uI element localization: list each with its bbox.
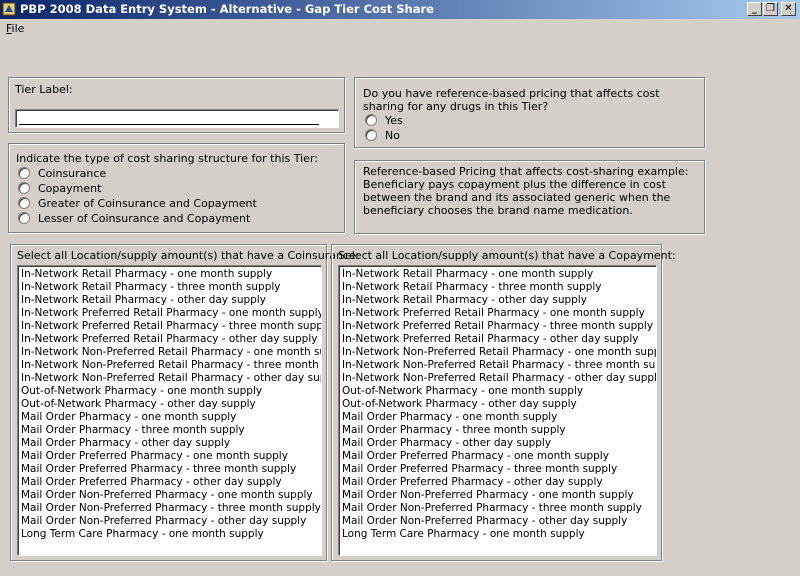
copayment-option[interactable]: Copayment (18, 182, 101, 196)
list-item[interactable]: In-Network Preferred Retail Pharmacy - o… (21, 307, 321, 320)
list-item[interactable]: In-Network Non-Preferred Retail Pharmacy… (342, 346, 656, 359)
list-item[interactable]: Mail Order Pharmacy - one month supply (342, 411, 656, 424)
list-item[interactable]: Mail Order Pharmacy - three month supply (342, 424, 656, 437)
list-item[interactable]: Long Term Care Pharmacy - one month supp… (342, 528, 656, 541)
menu-file[interactable]: File (6, 22, 24, 35)
list-item[interactable]: In-Network Non-Preferred Retail Pharmacy… (21, 346, 321, 359)
list-item[interactable]: Mail Order Pharmacy - other day supply (342, 437, 656, 450)
app-icon (2, 2, 16, 16)
radio-icon[interactable] (18, 197, 30, 209)
coinsurance-label: Coinsurance (38, 167, 107, 180)
tier-label-field-frame (15, 109, 339, 128)
reference-no-option[interactable]: No (365, 129, 400, 143)
coinsurance-list-caption: Select all Location/supply amount(s) tha… (17, 249, 360, 262)
coinsurance-listbox[interactable]: In-Network Retail Pharmacy - one month s… (17, 265, 322, 556)
reference-yes-option[interactable]: Yes (365, 114, 403, 128)
tier-label-caption: Tier Label: (15, 83, 73, 96)
list-item[interactable]: Mail Order Preferred Pharmacy - one mont… (342, 450, 656, 463)
copayment-listbox[interactable]: In-Network Retail Pharmacy - one month s… (338, 265, 657, 556)
restore-button[interactable]: ❐ (763, 2, 778, 16)
title-bar: PBP 2008 Data Entry System - Alternative… (0, 0, 800, 19)
radio-icon[interactable] (18, 182, 30, 194)
list-item[interactable]: In-Network Preferred Retail Pharmacy - t… (21, 320, 321, 333)
coinsurance-list-group: Select all Location/supply amount(s) tha… (10, 244, 359, 561)
list-item[interactable]: Mail Order Non-Preferred Pharmacy - one … (21, 489, 321, 502)
greater-option[interactable]: Greater of Coinsurance and Copayment (18, 197, 257, 211)
cost-sharing-group: Indicate the type of cost sharing struct… (8, 143, 345, 233)
radio-icon[interactable] (365, 129, 377, 141)
list-item[interactable]: In-Network Preferred Retail Pharmacy - t… (342, 320, 656, 333)
greater-label: Greater of Coinsurance and Copayment (38, 197, 257, 210)
copayment-list-group: Select all Location/supply amount(s) tha… (331, 244, 676, 561)
list-item[interactable]: Out-of-Network Pharmacy - one month supp… (21, 385, 321, 398)
list-item[interactable]: In-Network Preferred Retail Pharmacy - o… (342, 333, 656, 346)
list-item[interactable]: Mail Order Non-Preferred Pharmacy - thre… (21, 502, 321, 515)
cost-sharing-caption: Indicate the type of cost sharing struct… (16, 152, 318, 165)
reference-no-label: No (385, 129, 400, 142)
example-text: Reference-based Pricing that affects cos… (363, 165, 689, 217)
list-item[interactable]: In-Network Preferred Retail Pharmacy - o… (21, 333, 321, 346)
list-item[interactable]: Mail Order Preferred Pharmacy - other da… (21, 476, 321, 489)
list-item[interactable]: In-Network Non-Preferred Retail Pharmacy… (21, 372, 321, 385)
list-item[interactable]: Out-of-Network Pharmacy - other day supp… (21, 398, 321, 411)
list-item[interactable]: In-Network Non-Preferred Retail Pharmacy… (342, 372, 656, 385)
list-item[interactable]: In-Network Non-Preferred Retail Pharmacy… (21, 359, 321, 372)
list-item[interactable]: Mail Order Preferred Pharmacy - other da… (342, 476, 656, 489)
list-item[interactable]: In-Network Preferred Retail Pharmacy - o… (342, 307, 656, 320)
list-item[interactable]: In-Network Retail Pharmacy - one month s… (342, 268, 656, 281)
reference-pricing-question: Do you have reference-based pricing that… (363, 87, 660, 113)
list-item[interactable]: Mail Order Pharmacy - other day supply (21, 437, 321, 450)
list-item[interactable]: Long Term Care Pharmacy - one month supp… (21, 528, 321, 541)
list-item[interactable]: Mail Order Pharmacy - one month supply (21, 411, 321, 424)
close-button[interactable]: ✕ (781, 2, 796, 16)
list-item[interactable]: In-Network Retail Pharmacy - three month… (21, 281, 321, 294)
list-item[interactable]: Mail Order Preferred Pharmacy - three mo… (342, 463, 656, 476)
list-item[interactable]: In-Network Non-Preferred Retail Pharmacy… (342, 359, 656, 372)
example-group: Reference-based Pricing that affects cos… (354, 160, 705, 234)
radio-icon[interactable] (365, 114, 377, 126)
menu-bar: File (0, 19, 800, 39)
list-item[interactable]: In-Network Retail Pharmacy - other day s… (21, 294, 321, 307)
minimize-button[interactable]: _ (747, 2, 762, 16)
radio-icon[interactable] (18, 167, 30, 179)
list-item[interactable]: Out-of-Network Pharmacy - one month supp… (342, 385, 656, 398)
radio-icon[interactable] (18, 212, 30, 224)
list-item[interactable]: Mail Order Preferred Pharmacy - three mo… (21, 463, 321, 476)
list-item[interactable]: Mail Order Non-Preferred Pharmacy - othe… (21, 515, 321, 528)
list-item[interactable]: Mail Order Non-Preferred Pharmacy - one … (342, 489, 656, 502)
list-item[interactable]: In-Network Retail Pharmacy - three month… (342, 281, 656, 294)
list-item[interactable]: In-Network Retail Pharmacy - other day s… (342, 294, 656, 307)
list-item[interactable]: Mail Order Pharmacy - three month supply (21, 424, 321, 437)
list-item[interactable]: Out-of-Network Pharmacy - other day supp… (342, 398, 656, 411)
reference-yes-label: Yes (385, 114, 403, 127)
tier-label-input[interactable] (19, 113, 319, 125)
copayment-label: Copayment (38, 182, 102, 195)
list-item[interactable]: Mail Order Non-Preferred Pharmacy - thre… (342, 502, 656, 515)
lesser-option[interactable]: Lesser of Coinsurance and Copayment (18, 212, 250, 226)
window-title: PBP 2008 Data Entry System - Alternative… (20, 2, 434, 16)
reference-pricing-group: Do you have reference-based pricing that… (354, 77, 705, 148)
coinsurance-option[interactable]: Coinsurance (18, 167, 106, 181)
list-item[interactable]: Mail Order Preferred Pharmacy - one mont… (21, 450, 321, 463)
lesser-label: Lesser of Coinsurance and Copayment (38, 212, 251, 225)
list-item[interactable]: In-Network Retail Pharmacy - one month s… (21, 268, 321, 281)
tier-label-group: Tier Label: (8, 77, 345, 133)
copayment-list-caption: Select all Location/supply amount(s) tha… (338, 249, 676, 262)
list-item[interactable]: Mail Order Non-Preferred Pharmacy - othe… (342, 515, 656, 528)
